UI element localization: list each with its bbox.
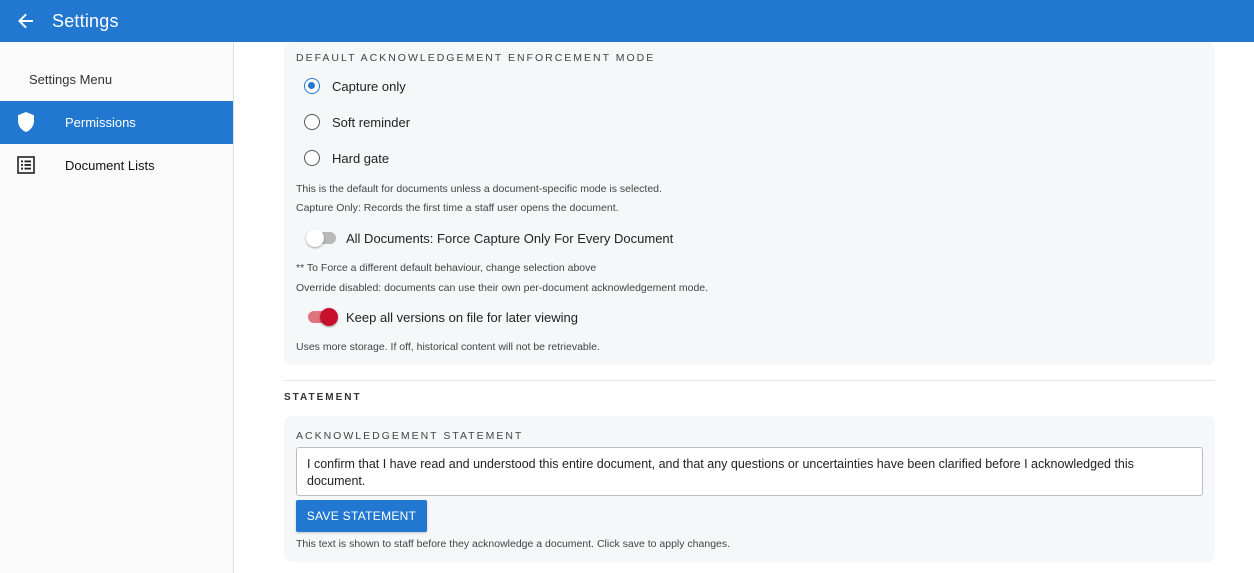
sidebar-item-label: Document Lists [65, 158, 155, 173]
radio-capture-only[interactable]: Capture only [304, 78, 406, 94]
enforcement-heading: DEFAULT ACKNOWLEDGEMENT ENFORCEMENT MODE [296, 52, 656, 64]
force-capture-toggle[interactable] [306, 228, 338, 248]
keep-versions-toggle-row[interactable]: Keep all versions on file for later view… [306, 307, 578, 327]
statement-heading: ACKNOWLEDGEMENT STATEMENT [296, 430, 524, 442]
keep-versions-toggle-label: Keep all versions on file for later view… [346, 309, 578, 325]
radio-hard-gate[interactable]: Hard gate [304, 150, 389, 166]
list-icon [17, 156, 35, 174]
storage-hint: Uses more storage. If off, historical co… [296, 341, 600, 353]
save-statement-button[interactable]: SAVE STATEMENT [296, 500, 427, 532]
radio-label: Soft reminder [332, 114, 411, 130]
arrow-left-icon[interactable] [16, 11, 36, 31]
enforcement-hint-capture: Capture Only: Records the first time a s… [296, 202, 619, 214]
enforcement-hint-default: This is the default for documents unless… [296, 183, 662, 195]
override-hint: Override disabled: documents can use the… [296, 282, 709, 294]
sidebar-menu-title: Settings Menu [29, 72, 113, 87]
radio-soft-reminder[interactable]: Soft reminder [304, 114, 410, 130]
radio-label: Hard gate [332, 150, 390, 166]
page-title: Settings [52, 10, 119, 31]
keep-versions-toggle[interactable] [306, 307, 338, 327]
force-hint: ** To Force a different default behaviou… [296, 262, 597, 274]
app-bar: Settings [0, 0, 1254, 42]
sidebar-item-permissions[interactable]: Permissions [0, 101, 233, 144]
statement-textarea[interactable]: I confirm that I have read and understoo… [296, 447, 1203, 496]
shield-icon [17, 112, 35, 132]
sidebar-item-label: Permissions [65, 115, 136, 130]
force-capture-toggle-label: All Documents: Force Capture Only For Ev… [346, 230, 674, 246]
radio-button[interactable] [304, 78, 320, 94]
radio-label: Capture only [332, 78, 406, 94]
statement-section-title: STATEMENT [284, 392, 362, 403]
divider [284, 380, 1215, 381]
force-capture-toggle-row[interactable]: All Documents: Force Capture Only For Ev… [306, 228, 673, 248]
radio-button[interactable] [304, 150, 320, 166]
statement-hint: This text is shown to staff before they … [296, 538, 731, 550]
sidebar: Settings Menu Permissions Document Lists [0, 42, 234, 573]
sidebar-item-document-lists[interactable]: Document Lists [0, 144, 233, 187]
radio-button[interactable] [304, 114, 320, 130]
